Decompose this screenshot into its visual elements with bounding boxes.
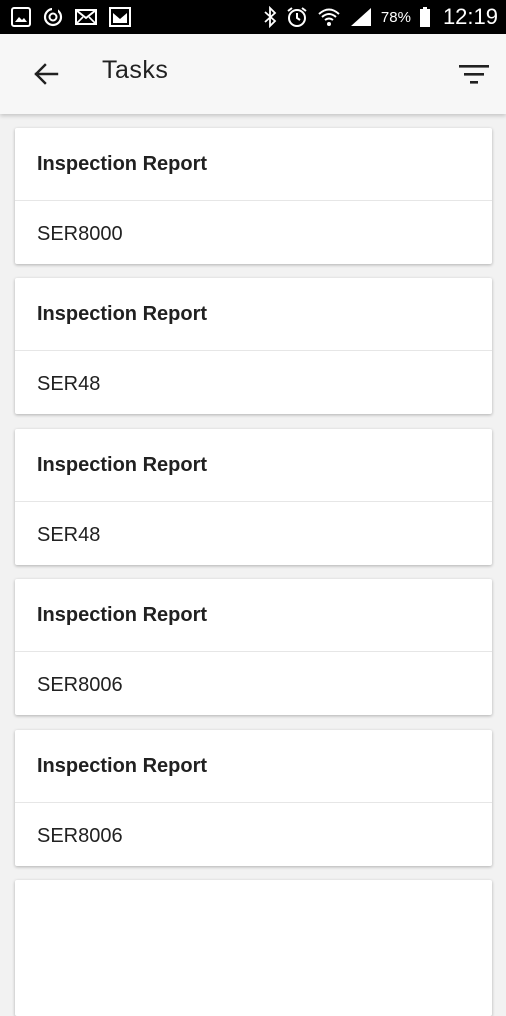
card-divider bbox=[15, 802, 492, 803]
mail-icon bbox=[74, 5, 98, 29]
gallery-icon bbox=[10, 5, 32, 29]
alarm-icon bbox=[285, 5, 309, 29]
card-divider bbox=[15, 501, 492, 502]
status-bar: 78% 12:19 bbox=[0, 0, 506, 34]
task-title: Inspection Report bbox=[37, 303, 208, 325]
sync-icon bbox=[42, 5, 64, 29]
task-title: Inspection Report bbox=[37, 153, 208, 175]
task-id: SER8006 bbox=[37, 825, 123, 847]
status-bar-notifications bbox=[10, 5, 132, 29]
wifi-icon bbox=[317, 5, 341, 29]
task-card[interactable]: Inspection Report SER8000 bbox=[15, 128, 492, 264]
card-divider bbox=[15, 350, 492, 351]
task-title: Inspection Report bbox=[37, 454, 208, 476]
filter-button[interactable] bbox=[454, 56, 494, 92]
task-id: SER48 bbox=[37, 373, 101, 395]
task-title: Inspection Report bbox=[37, 604, 208, 626]
task-id: SER8000 bbox=[37, 223, 123, 245]
card-divider bbox=[15, 200, 492, 201]
app-bar: Tasks bbox=[0, 34, 506, 114]
task-card[interactable]: Inspection Report SER48 bbox=[15, 429, 492, 565]
back-button[interactable] bbox=[28, 58, 64, 90]
card-divider bbox=[15, 651, 492, 652]
bluetooth-icon bbox=[263, 5, 277, 29]
page-title: Tasks bbox=[102, 56, 169, 84]
status-bar-system: 78% 12:19 bbox=[263, 4, 498, 30]
image-icon bbox=[108, 5, 132, 29]
task-card-partial[interactable] bbox=[15, 880, 492, 1016]
clock: 12:19 bbox=[442, 4, 498, 29]
filter-icon bbox=[458, 62, 490, 86]
task-title: Inspection Report bbox=[37, 755, 208, 777]
arrow-back-icon bbox=[33, 62, 59, 86]
task-card[interactable]: Inspection Report SER48 bbox=[15, 278, 492, 414]
task-id: SER48 bbox=[37, 524, 101, 546]
task-card[interactable]: Inspection Report SER8006 bbox=[15, 579, 492, 715]
battery-percent: 78% bbox=[380, 8, 411, 26]
task-card[interactable]: Inspection Report SER8006 bbox=[15, 730, 492, 866]
task-id: SER8006 bbox=[37, 674, 123, 696]
signal-icon bbox=[349, 5, 373, 29]
battery-icon bbox=[419, 5, 431, 29]
